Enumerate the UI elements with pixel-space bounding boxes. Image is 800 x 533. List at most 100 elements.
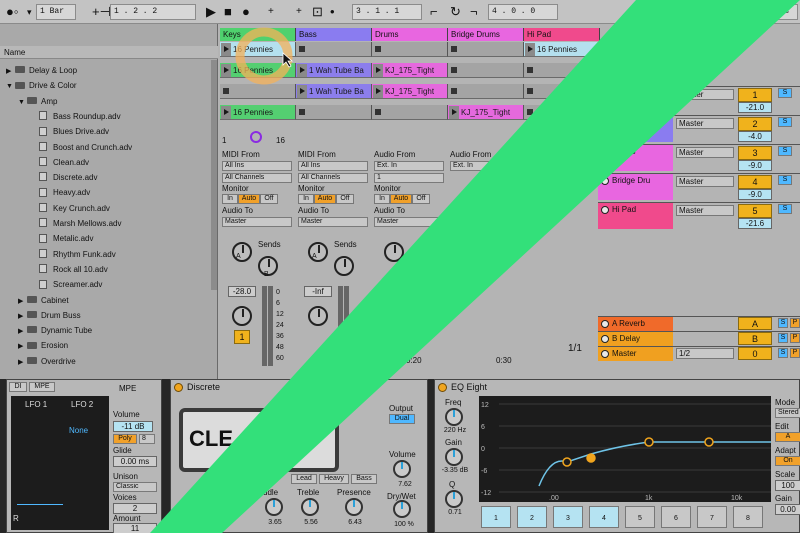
capture-icon[interactable]: ⊡ xyxy=(312,3,323,21)
device-power-icon[interactable] xyxy=(174,383,183,392)
disclosure-closed-icon[interactable]: ▶ xyxy=(18,294,27,309)
bass-pan-knob[interactable] xyxy=(308,306,328,326)
mixer-track-name[interactable]: Drums xyxy=(598,145,673,171)
clip-slot-empty[interactable] xyxy=(448,42,524,57)
clip-slot-filled[interactable]: 16 Pennies xyxy=(524,42,600,57)
master-output-select[interactable]: 1/2 xyxy=(676,348,734,359)
tab-mpe[interactable]: MPE xyxy=(29,382,55,392)
track-fold-icon[interactable] xyxy=(601,335,609,343)
track-volume-field[interactable]: -21.0 xyxy=(738,102,772,113)
track-header[interactable]: Keys xyxy=(220,28,296,41)
send-a-knob[interactable] xyxy=(308,242,328,262)
treble-knob[interactable] xyxy=(301,498,319,516)
eq-curve-display[interactable]: 12 6 0 -6 -12 .00 1k 10k xyxy=(479,396,771,502)
clip-launch-icon[interactable] xyxy=(373,85,383,98)
track-activator-button[interactable]: 4 xyxy=(738,175,772,189)
pre-post-button[interactable]: P xyxy=(790,348,800,358)
track-fold-icon[interactable] xyxy=(601,206,609,214)
bass-input-select[interactable]: All Ins xyxy=(298,161,368,171)
lfo2-label[interactable]: LFO 2 xyxy=(71,400,93,410)
keys-volume-field[interactable]: -28.0 xyxy=(228,286,256,297)
gain-knob[interactable] xyxy=(445,448,463,466)
monitor-off-button[interactable]: Off xyxy=(412,194,430,204)
browser-file[interactable]: Key Crunch.adv xyxy=(0,201,212,216)
amp-bass-button[interactable]: Bass xyxy=(351,474,377,484)
output-routing-select[interactable]: Master xyxy=(676,89,734,100)
clip-launch-icon[interactable] xyxy=(221,64,231,77)
presence-knob[interactable] xyxy=(345,498,363,516)
follow-icon[interactable]: ●◦ xyxy=(6,3,18,21)
eq-band-handle[interactable] xyxy=(562,457,572,467)
q-knob[interactable] xyxy=(445,490,463,508)
track-fold-icon[interactable] xyxy=(601,177,609,185)
record-icon[interactable]: ● xyxy=(242,3,250,21)
keys-track-activator[interactable]: 1 xyxy=(234,330,250,344)
mixer-track-name[interactable]: Bridge Dru xyxy=(598,174,673,200)
clip-stop-icon[interactable] xyxy=(451,67,457,73)
middle-knob[interactable] xyxy=(265,498,283,516)
drums-input-select[interactable]: Ext. In xyxy=(374,161,444,171)
track-fold-icon[interactable] xyxy=(601,320,609,328)
eq-band-toggle[interactable]: 2 xyxy=(517,506,547,528)
eq-band-handle[interactable] xyxy=(644,437,654,447)
track-volume-field[interactable]: -21.6 xyxy=(738,218,772,229)
output-gain-field[interactable]: 0.00 xyxy=(775,504,800,515)
monitor-off-button[interactable]: Off xyxy=(336,194,354,204)
keys-input-select[interactable]: All Ins xyxy=(222,161,292,171)
unison-select[interactable]: Classic xyxy=(113,482,157,492)
eq-band-handle[interactable] xyxy=(586,453,596,463)
clip-stop-icon[interactable] xyxy=(451,46,457,52)
set-button[interactable]: Set xyxy=(600,64,620,74)
mode-select[interactable]: Stered xyxy=(775,408,800,418)
clip-stop-icon[interactable] xyxy=(375,109,381,115)
browser-scrollbar[interactable] xyxy=(211,60,217,290)
browser-file[interactable]: Heavy.adv xyxy=(0,185,212,200)
dual-button[interactable]: Dual xyxy=(389,414,415,424)
disclosure-closed-icon[interactable]: ▶ xyxy=(18,324,27,339)
stop-icon[interactable]: ■ xyxy=(224,3,232,21)
send-a-knob[interactable] xyxy=(384,242,404,262)
browser-file[interactable]: Clean.adv xyxy=(0,155,212,170)
clip-stop-icon[interactable] xyxy=(375,46,381,52)
clip-stop-icon[interactable] xyxy=(299,46,305,52)
monitor-off-button[interactable]: Off xyxy=(260,194,278,204)
amp-volume-knob[interactable] xyxy=(393,460,411,478)
eq-band-toggle[interactable]: 1 xyxy=(481,506,511,528)
output-routing-select[interactable]: Master xyxy=(676,118,734,129)
punch-in-icon[interactable]: ⌐ xyxy=(430,3,438,21)
browser-folder[interactable]: ▼ Drive & Color xyxy=(0,78,212,93)
browser-file[interactable]: Metalic.adv xyxy=(0,231,212,246)
clip-slot-filled[interactable]: 16 Pennies xyxy=(220,105,296,120)
clip-launch-icon[interactable] xyxy=(221,43,231,56)
eq-band-handle[interactable] xyxy=(704,437,714,447)
loop-start-field[interactable]: 3 . 1 . 1 xyxy=(352,4,422,20)
clip-slot-empty[interactable] xyxy=(372,42,448,57)
clip-launch-icon[interactable] xyxy=(449,106,459,119)
solo-button[interactable]: S xyxy=(778,146,792,156)
bass-channel-select[interactable]: All Channels xyxy=(298,173,368,183)
solo-button[interactable]: S xyxy=(778,348,788,358)
browser-file[interactable]: Bass Roundup.adv xyxy=(0,109,212,124)
mixer-track-name[interactable]: Hi Pad xyxy=(598,203,673,229)
keys-output-select[interactable]: Master xyxy=(222,217,292,227)
solo-button[interactable]: S xyxy=(778,117,792,127)
browser-folder[interactable]: ▶ Drum Buss xyxy=(0,308,212,323)
track-activator-button[interactable]: 1 xyxy=(738,88,772,102)
track-header[interactable]: Hi Pad xyxy=(524,28,600,41)
song-position[interactable]: 1 . 2 . 2 xyxy=(110,4,196,20)
mixer-track-name[interactable]: Bass xyxy=(598,116,673,142)
monitor-auto-button[interactable]: Auto xyxy=(238,194,260,204)
session-record-icon[interactable]: + xyxy=(296,3,302,21)
track-volume-field[interactable]: -9.0 xyxy=(738,189,772,200)
clip-slot-empty[interactable] xyxy=(296,42,372,57)
quantize-select[interactable]: 1 Bar xyxy=(36,4,76,20)
clip-slot-empty[interactable] xyxy=(296,105,372,120)
pre-post-button[interactable]: P xyxy=(790,333,800,343)
clip-launch-icon[interactable] xyxy=(373,64,383,77)
solo-button[interactable]: S xyxy=(778,175,792,185)
browser-file[interactable]: Discrete.adv xyxy=(0,170,212,185)
keys-channel-select[interactable]: All Channels xyxy=(222,173,292,183)
solo-button[interactable]: S xyxy=(778,88,792,98)
browser-file[interactable]: Rock all 10.adv xyxy=(0,262,212,277)
drums-channel-select[interactable]: 1 xyxy=(374,173,444,183)
